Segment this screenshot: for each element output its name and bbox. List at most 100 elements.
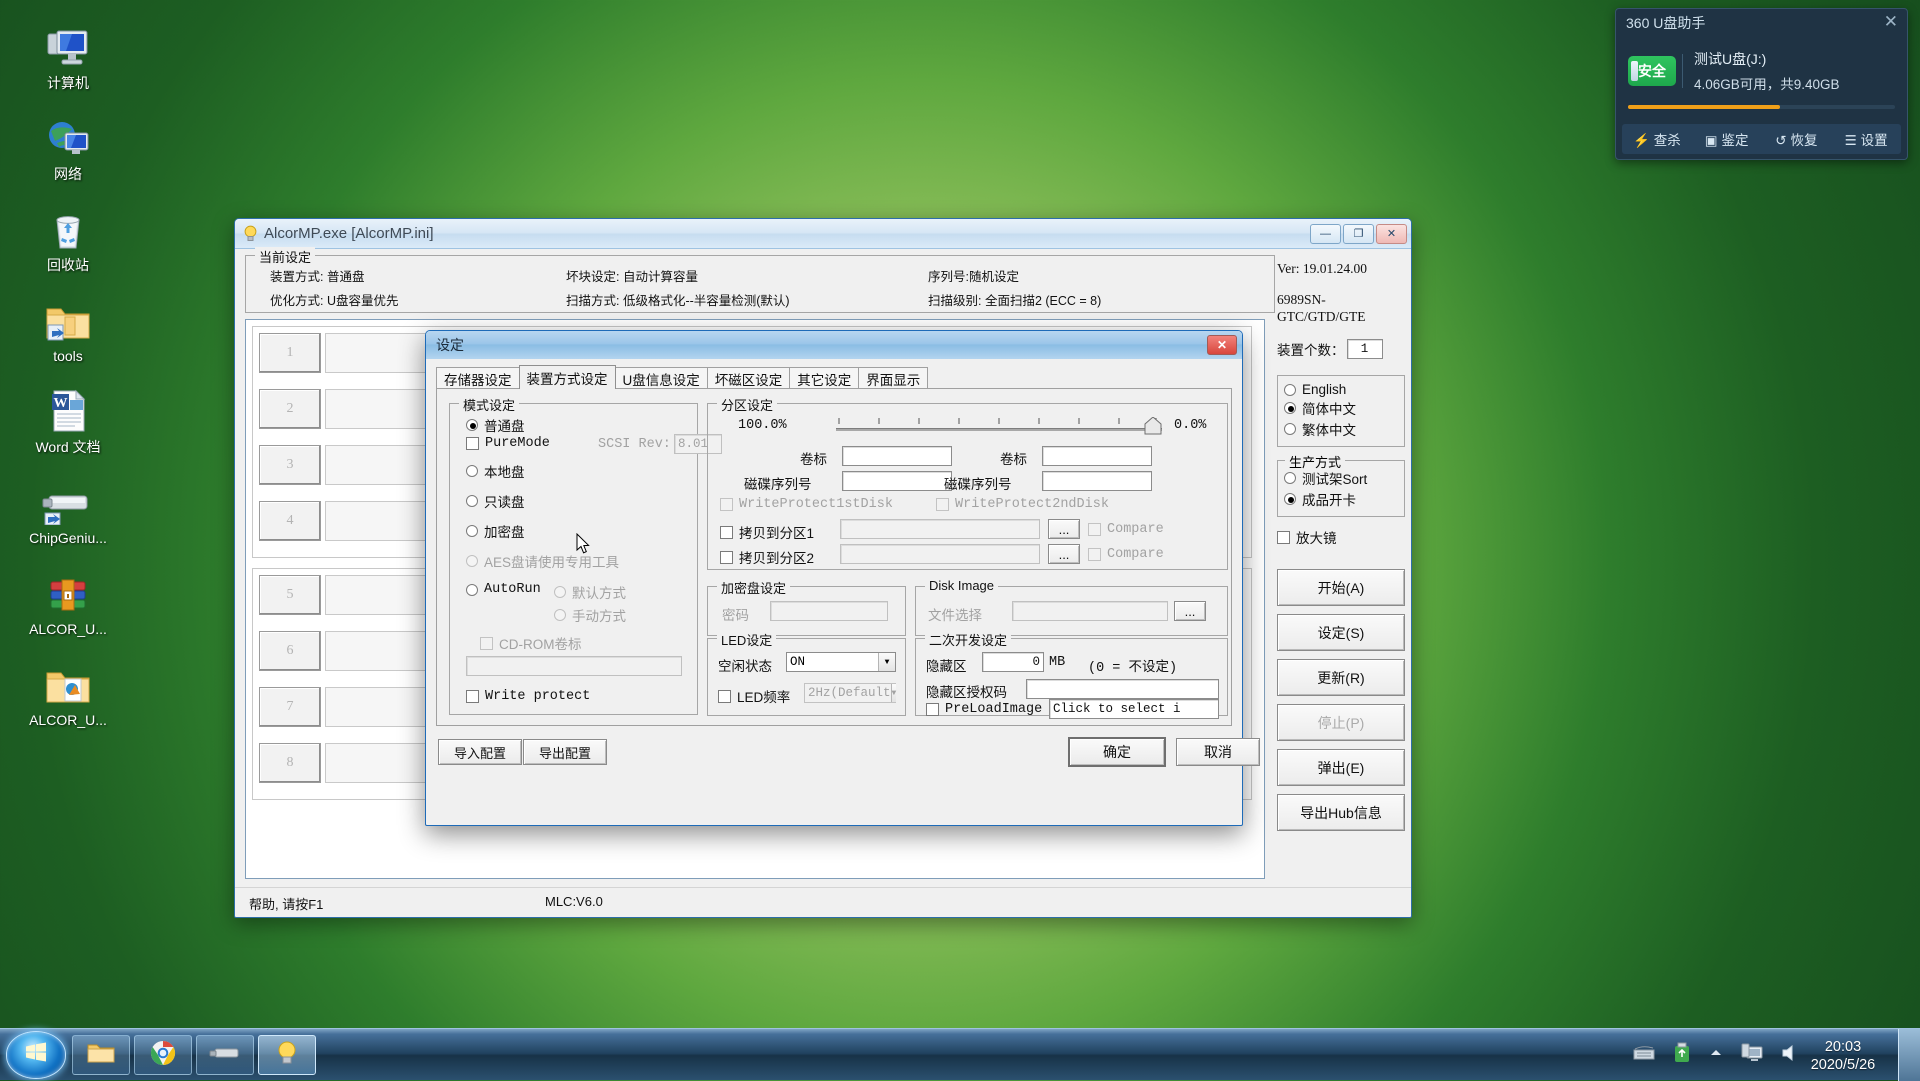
desktop-icon-network[interactable]: 网络 bbox=[8, 101, 128, 182]
led-frequency-checkbox[interactable]: LED频率 bbox=[718, 686, 790, 706]
disk-serial-1-field[interactable] bbox=[842, 471, 952, 491]
mode-option-readonly-disk[interactable]: 只读盘 bbox=[466, 491, 525, 511]
export-config-button[interactable]: 导出配置 bbox=[523, 739, 607, 765]
tab-bad-sector-settings[interactable]: 坏磁区设定 bbox=[707, 367, 791, 389]
copy-to-partition-2-browse-button[interactable]: ... bbox=[1048, 544, 1080, 564]
start-button[interactable] bbox=[6, 1031, 66, 1079]
partition-slider[interactable] bbox=[836, 428, 1162, 431]
copy-to-partition-2-checkbox[interactable]: 拷贝到分区2 bbox=[720, 547, 814, 567]
refresh-button[interactable]: 更新(R) bbox=[1277, 659, 1405, 696]
disk-image-group: Disk Image 文件选择 ... bbox=[915, 586, 1228, 636]
radio-icon bbox=[466, 525, 478, 537]
tab-device-mode-settings[interactable]: 装置方式设定 bbox=[519, 365, 616, 389]
main-window-titlebar[interactable]: AlcorMP.exe [AlcorMP.ini] ― ❐ ✕ bbox=[235, 219, 1411, 249]
dialog-tabstrip[interactable]: 存储器设定 装置方式设定 U盘信息设定 坏磁区设定 其它设定 界面显示 bbox=[436, 365, 927, 389]
copy-to-partition-1-field[interactable] bbox=[840, 519, 1040, 539]
radio-icon bbox=[466, 419, 478, 431]
volume-label-1-field[interactable] bbox=[842, 446, 952, 466]
lightbulb-icon bbox=[276, 1040, 298, 1071]
ok-button[interactable]: 确定 bbox=[1068, 737, 1166, 767]
import-config-button[interactable]: 导入配置 bbox=[438, 739, 522, 765]
u360-action-restore[interactable]: ↺恢复 bbox=[1762, 129, 1832, 149]
desktop-icon-chipgenius[interactable]: ChipGeniu... bbox=[8, 465, 128, 546]
hidden-area-label: 隐藏区 bbox=[926, 655, 967, 675]
dialog-close-button[interactable]: ✕ bbox=[1207, 335, 1237, 355]
led-idle-state-combo[interactable]: ON ▼ bbox=[786, 652, 896, 672]
tab-udisk-info-settings[interactable]: U盘信息设定 bbox=[615, 367, 708, 389]
copy-to-partition-1-browse-button[interactable]: ... bbox=[1048, 519, 1080, 539]
tab-ui-display[interactable]: 界面显示 bbox=[858, 367, 928, 389]
tab-storage-settings[interactable]: 存储器设定 bbox=[436, 367, 520, 389]
close-icon[interactable]: ✕ bbox=[1884, 12, 1898, 32]
write-protect-checkbox[interactable]: Write protect bbox=[466, 689, 590, 704]
main-status-bar: 帮助, 请按F1 MLC:V6.0 bbox=[235, 887, 1411, 917]
mode-option-autorun[interactable]: AutoRun bbox=[466, 582, 541, 597]
mode-option-puremode[interactable]: PureMode bbox=[466, 436, 550, 451]
u360-action-scan[interactable]: ⚡查杀 bbox=[1622, 129, 1692, 149]
settings-button[interactable]: 设定(S) bbox=[1277, 614, 1405, 651]
speaker-icon[interactable] bbox=[1780, 1043, 1800, 1068]
volume-label-2-field[interactable] bbox=[1042, 446, 1152, 466]
minimize-button[interactable]: ― bbox=[1310, 224, 1341, 244]
u360-popup[interactable]: 360 U盘助手 ✕ 安全 测试U盘(J:) 4.06GB可用，共9.40GB … bbox=[1615, 8, 1908, 160]
production-option-sort[interactable]: 测试架Sort bbox=[1284, 468, 1398, 488]
checkbox-icon bbox=[926, 703, 939, 716]
checkbox-icon bbox=[718, 690, 731, 703]
mode-option-normal-disk[interactable]: 普通盘 bbox=[466, 415, 525, 435]
u360-action-settings[interactable]: ☰设置 bbox=[1831, 129, 1901, 149]
dialog-tab-page: 模式设定 普通盘 PureMode SCSI Rev: 8.01 本地盘 只读盘 bbox=[436, 388, 1232, 726]
system-tray[interactable] bbox=[1632, 1029, 1800, 1081]
cancel-button[interactable]: 取消 bbox=[1176, 738, 1260, 766]
production-option-finished[interactable]: 成品开卡 bbox=[1284, 489, 1398, 509]
mode-option-encrypted-disk[interactable]: 加密盘 bbox=[466, 521, 525, 541]
autorun-mode-default: 默认方式 bbox=[554, 582, 626, 602]
show-desktop-button[interactable] bbox=[1898, 1029, 1920, 1081]
u360-usage-bar bbox=[1628, 105, 1895, 109]
mode-option-local-disk[interactable]: 本地盘 bbox=[466, 461, 525, 481]
desktop-icon-computer[interactable]: 计算机 bbox=[8, 10, 128, 91]
settings-dialog[interactable]: 设定 ✕ 存储器设定 装置方式设定 U盘信息设定 坏磁区设定 其它设定 界面显示… bbox=[425, 330, 1243, 826]
dialog-titlebar[interactable]: 设定 ✕ bbox=[426, 331, 1242, 359]
magnifier-checkbox[interactable]: 放大镜 bbox=[1277, 527, 1405, 547]
preload-image-field[interactable]: Click to select i bbox=[1049, 699, 1219, 719]
desktop-icon-tools[interactable]: tools bbox=[8, 283, 128, 364]
disk-serial-2-field[interactable] bbox=[1042, 471, 1152, 491]
maximize-button[interactable]: ❐ bbox=[1343, 224, 1374, 244]
taskbar[interactable]: 20:03 2020/5/26 bbox=[0, 1028, 1920, 1080]
monitor-icon[interactable] bbox=[1740, 1042, 1764, 1069]
preload-image-checkbox[interactable]: PreLoadImage bbox=[926, 702, 1042, 717]
lightbulb-icon bbox=[243, 225, 258, 242]
file-select-field bbox=[1012, 601, 1168, 621]
language-option-simplified-chinese[interactable]: 简体中文 bbox=[1284, 398, 1398, 418]
usb-icon[interactable] bbox=[1672, 1042, 1692, 1069]
start-button[interactable]: 开始(A) bbox=[1277, 569, 1405, 606]
hidden-area-field[interactable]: 0 bbox=[982, 652, 1044, 672]
chevron-up-icon[interactable] bbox=[1708, 1046, 1724, 1064]
disk-image-browse-button[interactable]: ... bbox=[1174, 601, 1206, 621]
tab-other-settings[interactable]: 其它设定 bbox=[789, 367, 859, 389]
chrome-icon bbox=[150, 1040, 176, 1071]
copy-to-partition-2-field[interactable] bbox=[840, 544, 1040, 564]
explorer-taskbar-button[interactable] bbox=[72, 1035, 130, 1075]
copy-to-partition-1-checkbox[interactable]: 拷贝到分区1 bbox=[720, 522, 814, 542]
desktop-icon-word-document[interactable]: W Word 文档 bbox=[8, 374, 128, 455]
desktop-icon-alcor-archive[interactable]: ALCOR_U... bbox=[8, 556, 128, 637]
encrypt-settings-group: 加密盘设定 密码 bbox=[707, 586, 906, 636]
clock[interactable]: 20:03 2020/5/26 bbox=[1802, 1038, 1884, 1074]
desktop-icon-recycle-bin[interactable]: 回收站 bbox=[8, 192, 128, 273]
close-button[interactable]: ✕ bbox=[1376, 224, 1407, 244]
chrome-taskbar-button[interactable] bbox=[134, 1035, 192, 1075]
keyboard-icon[interactable] bbox=[1632, 1044, 1656, 1067]
chipgenius-taskbar-button[interactable] bbox=[196, 1035, 254, 1075]
hidden-area-auth-field[interactable] bbox=[1026, 679, 1219, 699]
eject-button[interactable]: 弹出(E) bbox=[1277, 749, 1405, 786]
u360-action-appraise[interactable]: ▣鉴定 bbox=[1692, 129, 1762, 149]
mode-settings-legend: 模式设定 bbox=[459, 395, 519, 414]
usb-drive-icon bbox=[209, 1042, 241, 1069]
alcormp-taskbar-button[interactable] bbox=[258, 1035, 316, 1075]
language-option-english[interactable]: English bbox=[1284, 382, 1398, 397]
desktop-icon-alcor-folder[interactable]: ALCOR_U... bbox=[8, 647, 128, 728]
stop-button: 停止(P) bbox=[1277, 704, 1405, 741]
export-hub-info-button[interactable]: 导出Hub信息 bbox=[1277, 794, 1405, 831]
language-option-traditional-chinese[interactable]: 繁体中文 bbox=[1284, 419, 1398, 439]
